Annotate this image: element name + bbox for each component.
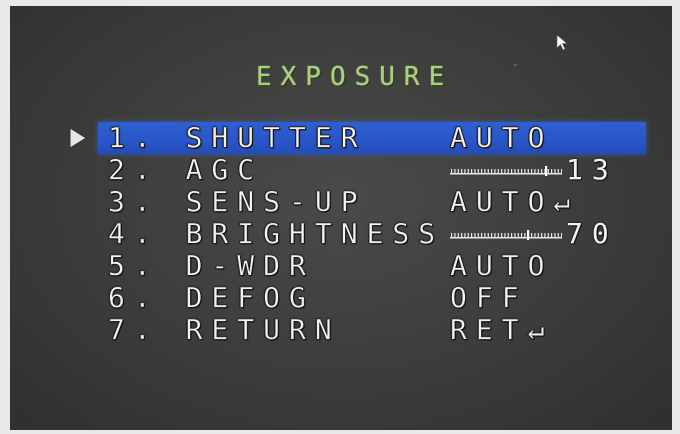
slider-tick bbox=[561, 169, 562, 174]
slider-tick bbox=[477, 169, 479, 174]
slider-tick bbox=[544, 233, 546, 238]
slider-tick bbox=[514, 233, 516, 238]
menu-item-label: 3. SENS-UP bbox=[108, 185, 367, 218]
menu-item-value: AUTO bbox=[450, 121, 554, 154]
brightness-slider[interactable]: 70 bbox=[450, 218, 640, 250]
slider-tick bbox=[524, 233, 526, 238]
slider-tick bbox=[454, 233, 456, 238]
slider-tick bbox=[534, 169, 536, 174]
slider-tick bbox=[501, 169, 503, 174]
slider-tick bbox=[511, 169, 513, 174]
slider-tick bbox=[497, 233, 499, 238]
slider-tick bbox=[457, 169, 459, 174]
menu-item-value: RET↵ bbox=[450, 313, 554, 346]
slider-tick bbox=[521, 169, 523, 174]
slider-tick bbox=[531, 169, 533, 174]
menu-title: EXPOSURE bbox=[256, 62, 454, 92]
slider-tick bbox=[491, 233, 493, 238]
menu-item-label: 2. AGC bbox=[108, 153, 264, 186]
slider-tick bbox=[477, 233, 479, 238]
slider-tick bbox=[487, 169, 489, 174]
menu-item-label: 7. RETURN bbox=[108, 313, 341, 346]
slider-tick bbox=[521, 233, 523, 238]
slider-tick bbox=[551, 233, 553, 238]
slider-tick bbox=[491, 169, 493, 174]
agc-value: 13 bbox=[566, 153, 618, 186]
menu-item-return[interactable]: 7. RETURN RET↵ bbox=[108, 313, 648, 346]
slider-tick bbox=[471, 233, 473, 238]
selection-arrow-icon bbox=[69, 127, 87, 149]
slider-marker bbox=[545, 166, 548, 176]
slider-tick bbox=[454, 169, 456, 174]
menu-item-sens-up[interactable]: 3. SENS-UP AUTO↵ bbox=[108, 185, 648, 218]
menu-item-shutter[interactable]: 1. SHUTTER AUTO bbox=[108, 121, 648, 154]
menu-item-d-wdr[interactable]: 5. D-WDR AUTO bbox=[108, 249, 648, 282]
slider-tick bbox=[554, 233, 556, 238]
menu-item-label: 4. BRIGHTNESS bbox=[108, 217, 445, 250]
slider-tick bbox=[541, 233, 543, 238]
slider-tick bbox=[461, 169, 463, 174]
mouse-cursor-icon bbox=[556, 34, 568, 51]
slider-tick bbox=[484, 169, 486, 174]
slider-tick bbox=[451, 169, 453, 174]
slider-tick bbox=[494, 233, 496, 238]
slider-marker bbox=[527, 230, 530, 240]
slider-tick bbox=[551, 169, 553, 174]
slider-tick bbox=[514, 169, 516, 174]
slider-tick bbox=[531, 233, 533, 238]
menu-item-brightness[interactable]: 4. BRIGHTNESS 70 bbox=[108, 217, 648, 250]
menu-item-agc[interactable]: 2. AGC 13 bbox=[108, 153, 648, 186]
slider-tick bbox=[501, 233, 503, 238]
slider-tick bbox=[471, 169, 473, 174]
slider-tick bbox=[474, 233, 476, 238]
slider-tick bbox=[481, 169, 483, 174]
slider-tick bbox=[541, 169, 543, 174]
menu-item-defog[interactable]: 6. DEFOG OFF bbox=[108, 281, 648, 314]
slider-tick bbox=[494, 169, 496, 174]
slider-tick bbox=[557, 169, 559, 174]
slider-tick bbox=[557, 233, 559, 238]
slider-tick bbox=[504, 169, 506, 174]
slider-tick bbox=[484, 233, 486, 238]
slider-tick bbox=[517, 169, 519, 174]
slider-tick bbox=[547, 233, 549, 238]
slider-tick bbox=[507, 233, 509, 238]
slider-tick bbox=[474, 169, 476, 174]
slider-tick bbox=[527, 169, 529, 174]
slider-tick bbox=[467, 169, 469, 174]
slider-tick bbox=[537, 233, 539, 238]
slider-tick bbox=[561, 233, 562, 238]
agc-slider[interactable]: 13 bbox=[450, 154, 640, 186]
slider-tick bbox=[451, 233, 453, 238]
slider-tick bbox=[511, 233, 513, 238]
screen-speck bbox=[514, 64, 517, 66]
menu-item-value: AUTO bbox=[450, 249, 554, 282]
slider-tick bbox=[547, 169, 549, 174]
slider-tick bbox=[464, 233, 466, 238]
slider-tick bbox=[504, 233, 506, 238]
slider-tick bbox=[467, 233, 469, 238]
osd-screen: EXPOSURE 1. SHUTTER AUTO 2. AGC 13 3. SE… bbox=[10, 6, 672, 430]
slider-tick bbox=[457, 233, 459, 238]
slider-tick bbox=[517, 233, 519, 238]
menu-item-label: 5. D-WDR bbox=[108, 249, 315, 282]
menu-item-value: AUTO↵ bbox=[450, 185, 580, 218]
brightness-value: 70 bbox=[566, 217, 618, 250]
slider-tick bbox=[481, 233, 483, 238]
slider-tick bbox=[537, 169, 539, 174]
brightness-slider-track bbox=[450, 230, 562, 240]
slider-tick bbox=[507, 169, 509, 174]
slider-tick bbox=[554, 169, 556, 174]
slider-tick bbox=[534, 233, 536, 238]
slider-tick bbox=[487, 233, 489, 238]
menu-item-label: 6. DEFOG bbox=[108, 281, 315, 314]
slider-tick bbox=[464, 169, 466, 174]
slider-tick bbox=[524, 169, 526, 174]
menu-item-value: OFF bbox=[450, 281, 528, 314]
slider-tick bbox=[497, 169, 499, 174]
menu-item-label: 1. SHUTTER bbox=[108, 121, 367, 154]
agc-slider-track bbox=[450, 166, 562, 176]
exposure-menu: 1. SHUTTER AUTO 2. AGC 13 3. SENS-UP AUT… bbox=[108, 120, 648, 350]
slider-tick bbox=[461, 233, 463, 238]
